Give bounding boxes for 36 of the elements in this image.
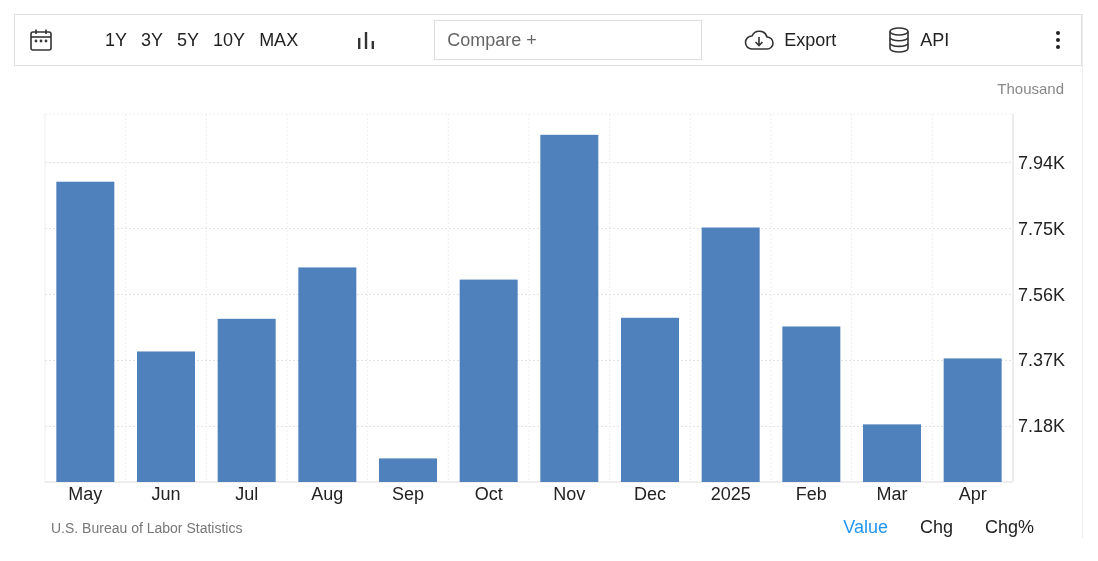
axis-label: 7.75K: [1018, 218, 1066, 239]
cloud-download-icon: [744, 29, 775, 51]
axis-label: Jul: [235, 484, 259, 504]
range-button[interactable]: 1Y: [105, 29, 128, 51]
compare-field[interactable]: Compare +: [434, 20, 703, 60]
bar: [379, 458, 437, 482]
axis-label: Oct: [474, 484, 503, 504]
axis-label: 7.37K: [1018, 350, 1066, 371]
axis-label: 2025: [710, 484, 751, 504]
range-button[interactable]: 5Y: [177, 29, 200, 51]
axis-label: 7.56K: [1018, 284, 1066, 305]
axis-label: Mar: [876, 484, 908, 504]
axis-label: Apr: [958, 484, 987, 504]
export-button[interactable]: Export: [744, 29, 837, 51]
view-tab[interactable]: Chg%: [984, 517, 1034, 538]
axis-label: Dec: [634, 484, 666, 504]
axis-label: Feb: [795, 484, 827, 504]
bar: [863, 424, 921, 482]
axis-label: May: [68, 484, 103, 504]
range-button[interactable]: 3Y: [141, 29, 164, 51]
axis-label: Nov: [553, 484, 586, 504]
axis-label: Sep: [392, 484, 424, 504]
axis-label: Jun: [151, 484, 181, 504]
database-icon: [888, 27, 911, 53]
source-text: U.S. Bureau of Labor Statistics: [51, 519, 244, 536]
more-menu-icon[interactable]: [1055, 30, 1061, 50]
axis-label: 7.94K: [1018, 152, 1066, 173]
bar-chart-icon[interactable]: [356, 30, 377, 50]
range-button[interactable]: MAX: [259, 29, 299, 51]
calendar-icon[interactable]: [29, 28, 53, 52]
axis-label: Aug: [311, 484, 344, 504]
axis-label: 7.18K: [1018, 416, 1066, 437]
view-tab[interactable]: Chg: [919, 517, 953, 538]
range-button[interactable]: 10Y: [213, 29, 246, 51]
unit-label: Thousand: [997, 80, 1064, 97]
api-button[interactable]: API: [888, 27, 950, 53]
